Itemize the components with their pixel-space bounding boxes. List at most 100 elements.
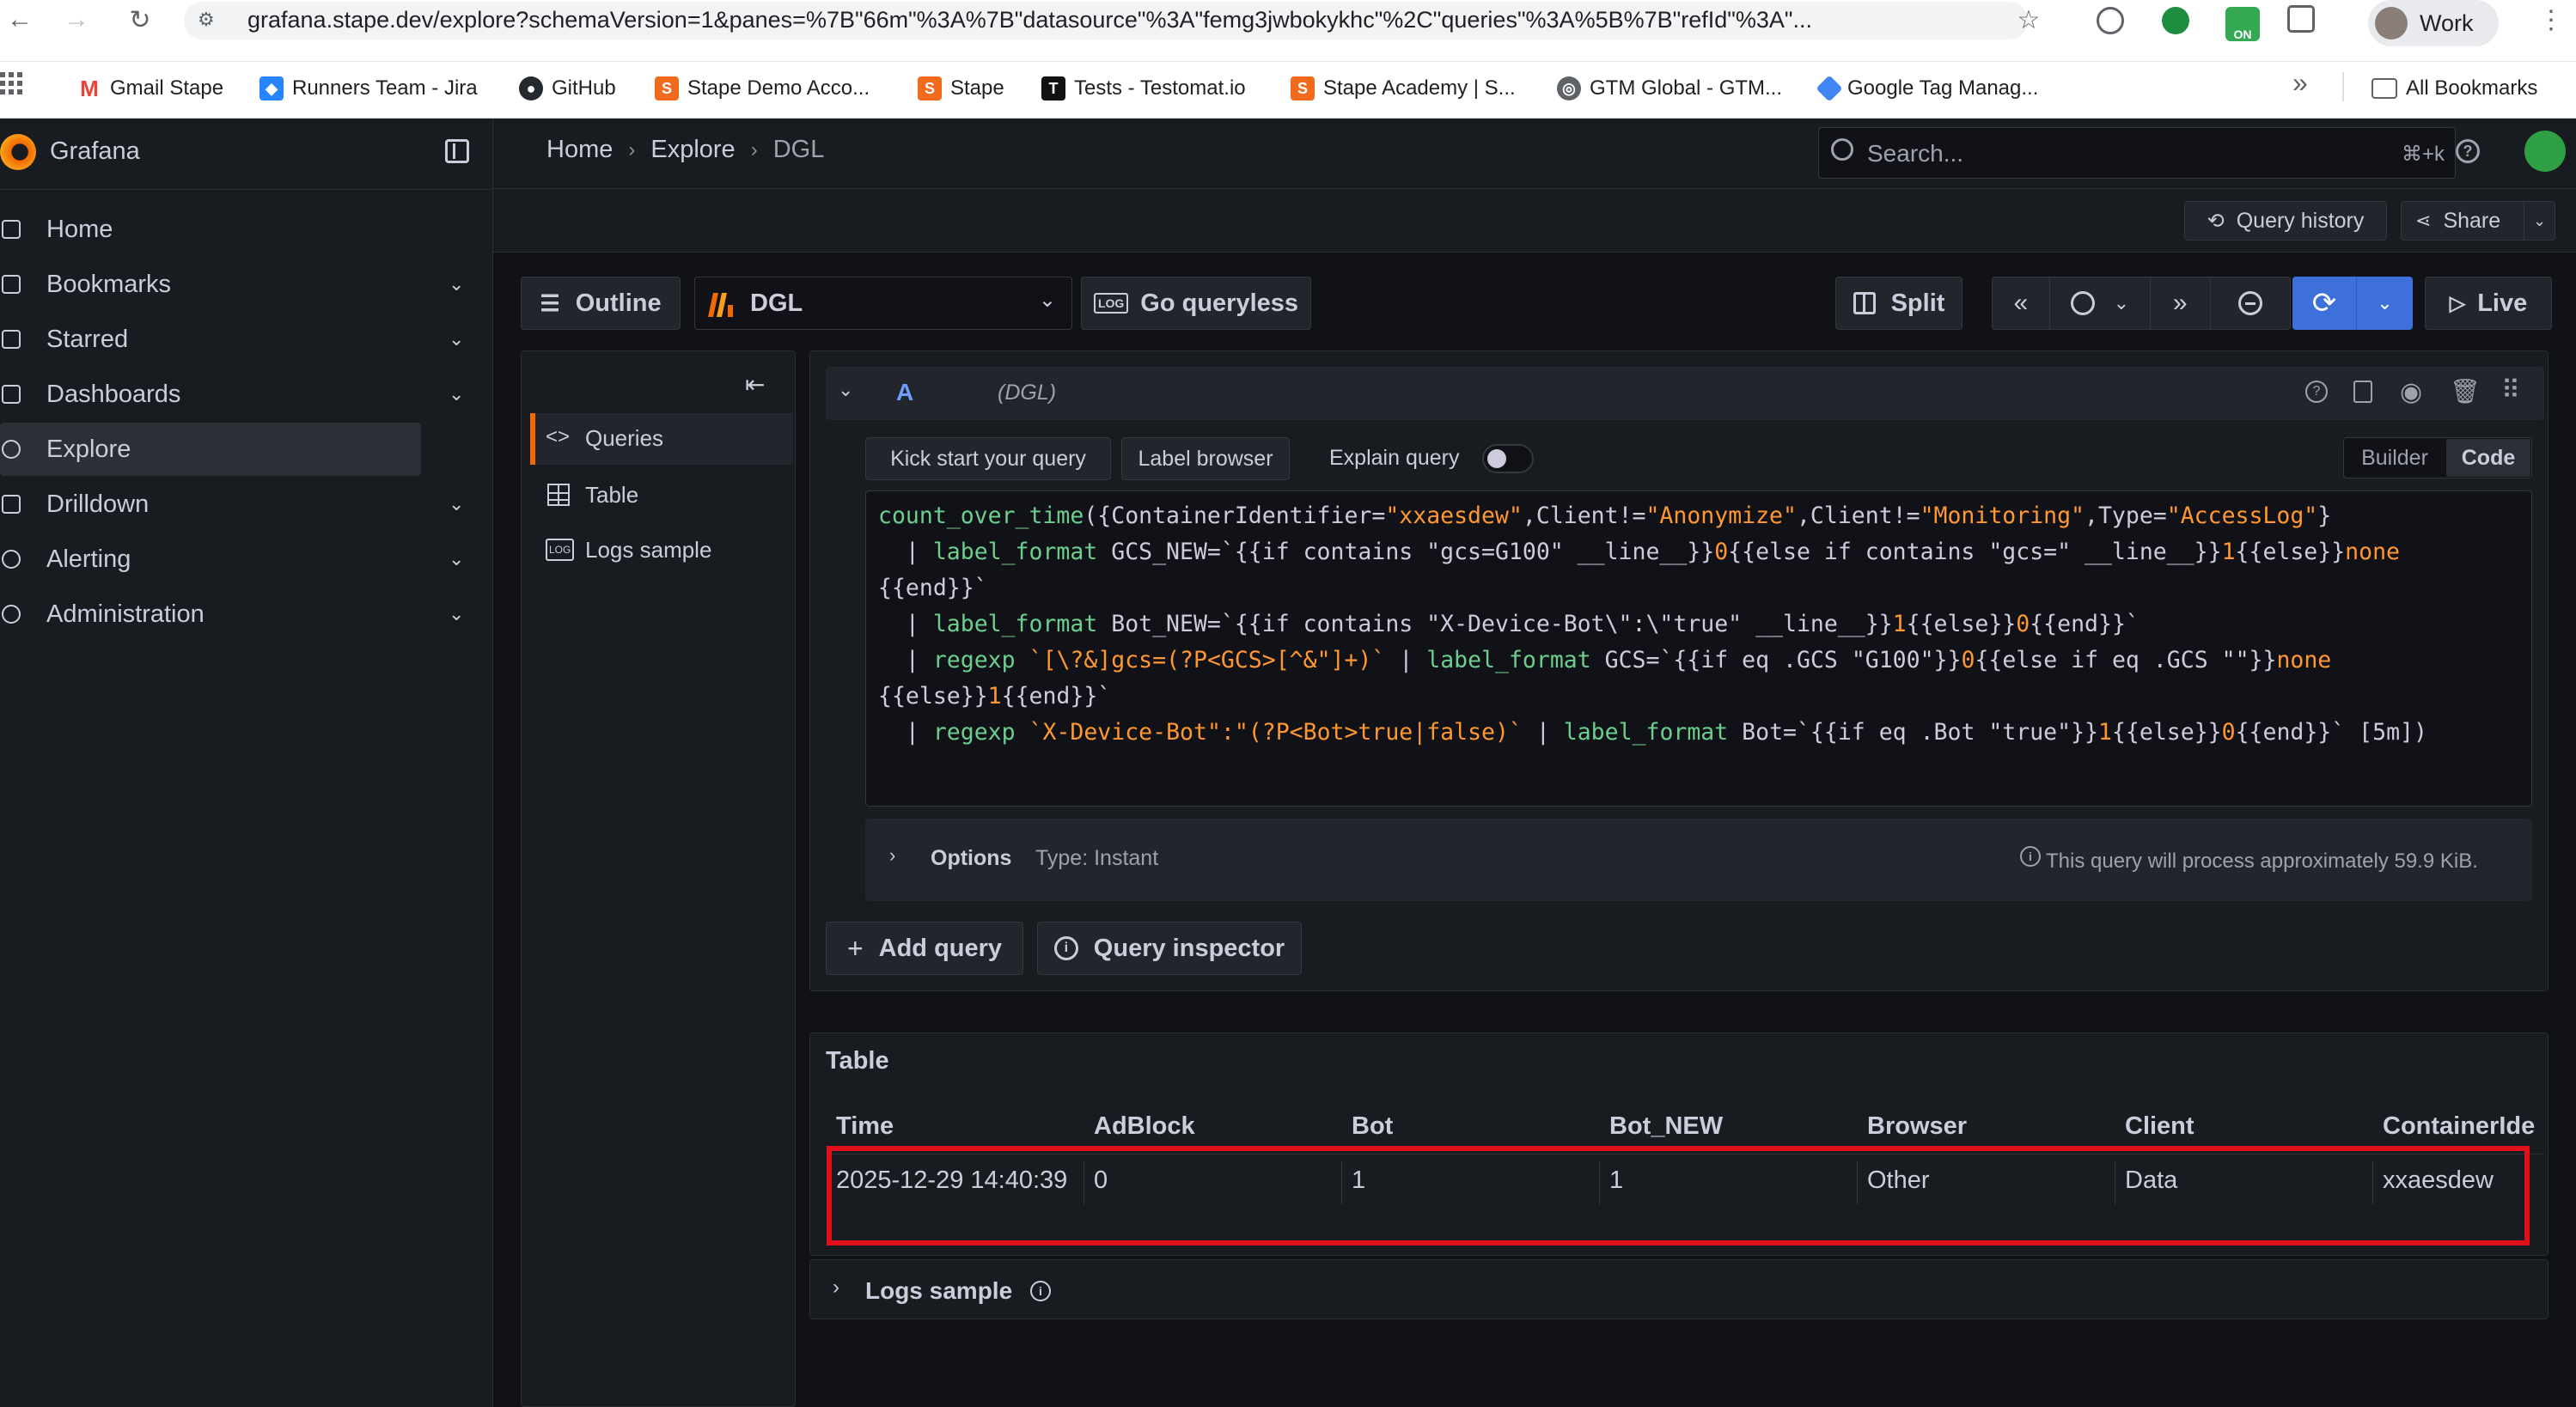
- apps-grid-icon[interactable]: [0, 72, 22, 94]
- sidebar-item-starred[interactable]: Starred⌄: [0, 313, 464, 366]
- site-settings-icon[interactable]: ⚙: [198, 9, 222, 31]
- extension-on-icon[interactable]: ON: [2225, 7, 2260, 41]
- datasource-picker[interactable]: DGL ⌄: [694, 277, 1072, 330]
- time-forward-icon[interactable]: »: [2149, 277, 2210, 329]
- extensions-puzzle-icon[interactable]: [2287, 5, 2315, 33]
- column-header[interactable]: Bot: [1352, 1112, 1393, 1141]
- time-back-icon[interactable]: «: [1993, 277, 2049, 329]
- sidebar-item-home[interactable]: Home: [0, 203, 421, 256]
- eye-icon[interactable]: ◉: [2400, 377, 2422, 407]
- column-header[interactable]: Bot_NEW: [1609, 1112, 1723, 1141]
- column-header[interactable]: ContainerIde: [2383, 1112, 2535, 1141]
- avatar: [2375, 7, 2408, 40]
- bell-icon: [2, 550, 21, 569]
- zoom-out-icon[interactable]: [2209, 277, 2290, 329]
- sidebar-item-administration[interactable]: Administration⌄: [0, 588, 464, 641]
- column-header[interactable]: AdBlock: [1094, 1112, 1195, 1141]
- column-header[interactable]: Time: [836, 1112, 894, 1141]
- dock-menu-icon[interactable]: [445, 139, 469, 163]
- sidebar-item-dashboards[interactable]: Dashboards⌄: [0, 368, 464, 421]
- split-button[interactable]: Split: [1835, 277, 1963, 330]
- star-icon: [2, 330, 21, 349]
- gear-icon: [2, 605, 21, 624]
- bookmark-item[interactable]: S Stape: [918, 69, 1004, 108]
- table-icon: [547, 484, 570, 506]
- bookmark-item[interactable]: ● GitHub: [519, 69, 616, 108]
- more-bookmarks-icon[interactable]: »: [2292, 67, 2308, 99]
- outline-item-table[interactable]: Table: [530, 468, 793, 520]
- chrome-menu-icon[interactable]: ⋮: [2531, 0, 2571, 40]
- all-bookmarks[interactable]: All Bookmarks: [2372, 69, 2537, 108]
- explain-query-toggle[interactable]: [1482, 444, 1534, 473]
- run-query-button[interactable]: ⟳ ⌄: [2292, 277, 2413, 330]
- logs-sample-panel[interactable]: › Logs sample i: [809, 1259, 2549, 1319]
- editor-mode-switch: Builder Code: [2343, 437, 2532, 478]
- query-options[interactable]: › Options Type: Instant i This query wil…: [865, 819, 2532, 901]
- home-icon: [2, 220, 21, 239]
- extension-green-icon[interactable]: [2162, 7, 2189, 34]
- query-code-editor[interactable]: count_over_time({ContainerIdentifier="xx…: [865, 490, 2532, 807]
- collapse-query-icon[interactable]: ⌄: [838, 379, 853, 401]
- query-inspector-button[interactable]: i Query inspector: [1037, 922, 1302, 975]
- outline-button[interactable]: ☰ Outline: [521, 277, 681, 330]
- refresh-interval-dropdown-icon[interactable]: ⌄: [2356, 277, 2413, 330]
- bookmark-item[interactable]: S Stape Academy | S...: [1291, 69, 1516, 108]
- outline-item-label: Queries: [585, 425, 664, 451]
- share-button[interactable]: ⋖ Share ⌄: [2401, 201, 2555, 241]
- add-query-button[interactable]: + Add query: [826, 922, 1023, 975]
- mode-builder[interactable]: Builder: [2344, 438, 2445, 478]
- collapse-outline-icon[interactable]: ⇤: [745, 370, 765, 399]
- kick-start-button[interactable]: Kick start your query: [865, 437, 1111, 480]
- outline-item-logs-sample[interactable]: LOG Logs sample: [530, 523, 793, 575]
- bookmark-item[interactable]: Google Tag Manag...: [1816, 69, 2038, 108]
- query-ref-id[interactable]: A: [896, 379, 913, 406]
- extension-icon[interactable]: [2097, 7, 2124, 34]
- breadcrumb-home[interactable]: Home: [546, 136, 613, 164]
- options-type: Type: Instant: [1035, 846, 1159, 870]
- mode-code[interactable]: Code: [2446, 439, 2530, 477]
- duplicate-icon[interactable]: [2353, 381, 2372, 403]
- query-history-button[interactable]: ⟲ Query history: [2184, 201, 2387, 241]
- back-arrow-icon[interactable]: ←: [0, 0, 40, 40]
- bookmark-item[interactable]: T Tests - Testomat.io: [1041, 69, 1246, 108]
- time-picker[interactable]: ⌄: [2048, 277, 2150, 329]
- logs-icon: LOG: [1093, 293, 1129, 314]
- sidebar: Grafana: [0, 119, 493, 1407]
- explain-query-label: Explain query: [1329, 446, 1460, 470]
- drag-handle-icon[interactable]: ⠿: [2501, 375, 2520, 405]
- sidebar-item-drilldown[interactable]: Drilldown⌄: [0, 478, 464, 531]
- sidebar-item-label: Drilldown: [46, 490, 150, 518]
- label-browser-button[interactable]: Label browser: [1121, 437, 1290, 480]
- breadcrumb-separator: ›: [628, 137, 636, 161]
- bookmark-item[interactable]: M Gmail Stape: [77, 69, 223, 108]
- help-icon[interactable]: ?: [2305, 381, 2328, 403]
- live-button[interactable]: ▷ Live: [2425, 277, 2552, 330]
- grafana-logo-icon[interactable]: [0, 134, 36, 170]
- column-header[interactable]: Client: [2125, 1112, 2194, 1141]
- bookmark-item[interactable]: ◆ Runners Team - Jira: [259, 69, 478, 108]
- dashboards-icon: [2, 385, 21, 404]
- bookmark-item[interactable]: S Stape Demo Acco...: [655, 69, 870, 108]
- chevron-right-icon: ›: [833, 1276, 839, 1299]
- help-icon[interactable]: ?: [2456, 139, 2480, 163]
- sidebar-item-label: Starred: [46, 325, 129, 353]
- column-header[interactable]: Browser: [1867, 1112, 1967, 1141]
- bookmark-item[interactable]: ◎ GTM Global - GTM...: [1557, 69, 1782, 108]
- delete-icon[interactable]: 🗑: [2450, 377, 2481, 405]
- search-input[interactable]: Search... ⌘+k: [1818, 127, 2456, 179]
- sidebar-item-alerting[interactable]: Alerting⌄: [0, 533, 464, 586]
- go-queryless-button[interactable]: LOG Go queryless: [1081, 277, 1311, 330]
- sidebar-item-explore[interactable]: Explore: [0, 423, 421, 476]
- compass-icon: [2, 440, 21, 459]
- breadcrumb-explore[interactable]: Explore: [650, 136, 735, 164]
- reload-icon[interactable]: ↻: [120, 0, 160, 40]
- share-dropdown-icon[interactable]: ⌄: [2524, 202, 2555, 240]
- profile-button[interactable]: Work: [2368, 0, 2499, 46]
- toggle-knob: [1487, 449, 1506, 468]
- user-avatar[interactable]: [2524, 131, 2566, 172]
- outline-item-queries[interactable]: <> Queries: [530, 413, 793, 465]
- sidebar-item-bookmarks[interactable]: Bookmarks⌄: [0, 258, 464, 311]
- forward-arrow-icon[interactable]: →: [57, 0, 96, 40]
- chevron-right-icon: ›: [889, 844, 896, 866]
- bookmark-star-icon[interactable]: ☆: [2009, 0, 2048, 40]
